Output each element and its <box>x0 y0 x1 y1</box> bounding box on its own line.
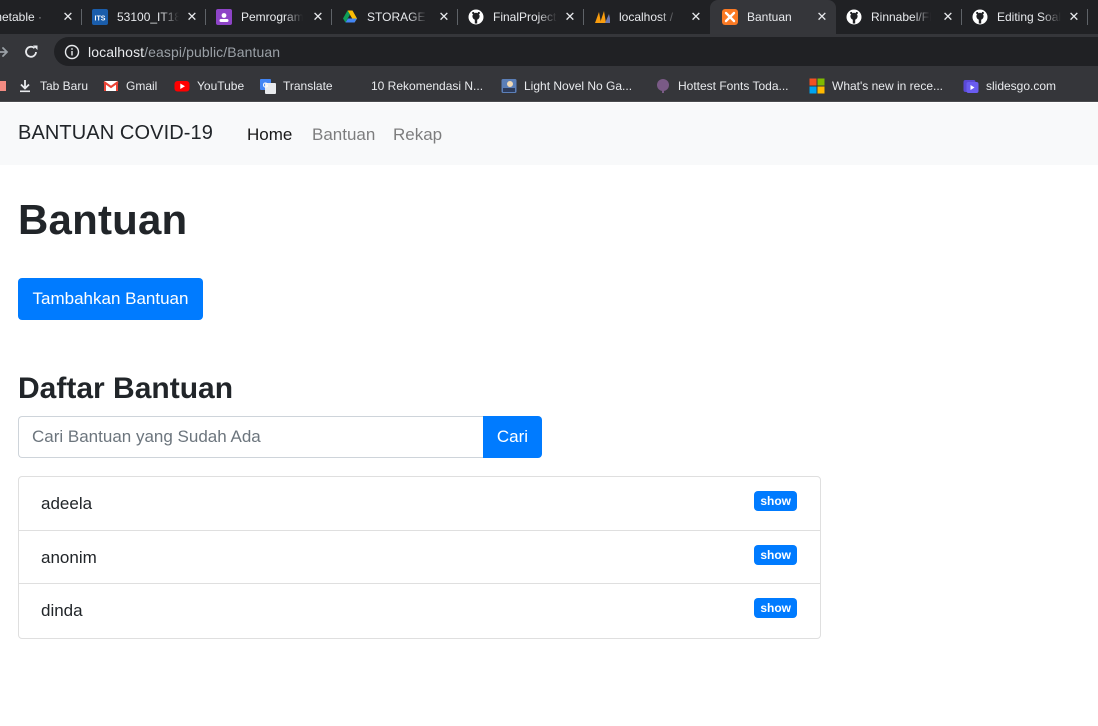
classroom-icon <box>216 9 232 25</box>
bantuan-list: adeela show anonim show dinda show <box>18 476 821 639</box>
browser-tab[interactable]: ITS 53100_IT18 ✕ <box>82 0 206 34</box>
browser-tab[interactable]: FinalProject ✕ <box>458 0 584 34</box>
browser-toolbar: localhost/easpi/public/Bantuan <box>0 34 1098 70</box>
nav-link-bantuan[interactable]: Bantuan <box>312 125 375 145</box>
bookmark-label: Hottest Fonts Toda... <box>678 79 789 93</box>
tab-title: Pemrogram <box>241 10 303 24</box>
close-tab-icon[interactable]: ✕ <box>184 9 200 25</box>
list-item: dinda show <box>19 584 820 638</box>
browser-tab[interactable]: metable · ✕ <box>0 0 82 34</box>
browser-tab-active[interactable]: Bantuan ✕ <box>710 0 836 34</box>
reload-button[interactable] <box>19 40 43 64</box>
bookmark-hottest-fonts[interactable]: Hottest Fonts Toda... <box>655 76 789 96</box>
microsoft-icon <box>809 78 825 94</box>
list-item-name: dinda <box>41 601 83 620</box>
close-tab-icon[interactable]: ✕ <box>814 9 830 25</box>
bookmark-light-novel[interactable]: Light Novel No Ga... <box>501 76 632 96</box>
browser-tab[interactable]: Editing Soal ✕ <box>962 0 1088 34</box>
info-icon[interactable] <box>64 44 80 60</box>
download-icon <box>17 78 33 94</box>
github-icon <box>468 9 484 25</box>
show-badge[interactable]: show <box>754 544 797 565</box>
svg-text:G: G <box>263 83 269 90</box>
list-item: anonim show <box>19 531 820 584</box>
page-title: Bantuan <box>18 196 188 243</box>
add-bantuan-button[interactable]: Tambahkan Bantuan <box>18 278 203 320</box>
its-icon: ITS <box>92 9 108 25</box>
bookmark-gmail[interactable]: Gmail <box>103 76 157 96</box>
browser-tab[interactable]: Pemrogram ✕ <box>206 0 332 34</box>
github-icon <box>972 9 988 25</box>
bookmark-tab-baru[interactable]: Tab Baru <box>17 76 88 96</box>
bookmarks-bar: Tab Baru Gmail YouTube G Translate 10 Re… <box>0 70 1098 102</box>
tab-title: localhost / <box>619 10 674 24</box>
tab-title: FinalProject <box>493 10 557 24</box>
list-item-name: adeela <box>41 494 93 513</box>
nav-link-rekap[interactable]: Rekap <box>393 125 442 145</box>
browser-tab[interactable]: localhost / ✕ <box>584 0 710 34</box>
url-path: /easpi/public/Bantuan <box>144 43 281 60</box>
phpmyadmin-icon <box>594 9 610 25</box>
url-text: localhost/easpi/public/Bantuan <box>88 44 280 60</box>
tab-separator <box>1087 9 1088 25</box>
gmail-icon <box>103 78 119 94</box>
address-bar[interactable]: localhost/easpi/public/Bantuan <box>54 37 1098 66</box>
browser-tab[interactable]: Rinnabel/FP ✕ <box>836 0 962 34</box>
bookmark-youtube[interactable]: YouTube <box>174 76 244 96</box>
fonts-icon <box>655 78 671 94</box>
bookmark-label: Gmail <box>126 79 158 93</box>
bookmark-label: Translate <box>283 79 333 93</box>
arrow-right-icon <box>0 47 9 57</box>
list-item: adeela show <box>19 477 820 531</box>
bookmark-slidesgo[interactable]: slidesgo.com <box>963 76 1056 96</box>
search-input[interactable] <box>18 416 484 458</box>
bookmark-rekomendasi[interactable]: 10 Rekomendasi N... <box>348 76 483 96</box>
xampp-icon <box>722 9 738 25</box>
tab-title: Rinnabel/FP <box>871 10 931 24</box>
close-tab-icon[interactable]: ✕ <box>1066 9 1082 25</box>
search-button[interactable]: Cari <box>483 416 542 458</box>
forward-button[interactable] <box>0 40 14 64</box>
list-item-name: anonim <box>41 547 97 567</box>
bookmark-label: Tab Baru <box>40 79 89 93</box>
close-tab-icon[interactable]: ✕ <box>562 9 578 25</box>
site-navbar: BANTUAN COVID-19 Home Bantuan Rekap <box>0 103 1098 165</box>
bookmark-label: What's new in rece... <box>832 79 943 93</box>
close-tab-icon[interactable]: ✕ <box>436 9 452 25</box>
bookmark-translate[interactable]: G Translate <box>260 76 333 96</box>
svg-text:ITS: ITS <box>95 16 106 23</box>
youtube-icon <box>174 78 190 94</box>
bookmark-icon <box>0 78 10 94</box>
tab-title: 53100_IT18 <box>117 10 179 24</box>
github-icon <box>846 9 862 25</box>
slidesgo-icon <box>963 78 979 94</box>
tab-title: Bantuan <box>747 10 792 24</box>
tab-title: STORAGE E <box>367 10 427 24</box>
close-tab-icon[interactable]: ✕ <box>310 9 326 25</box>
close-tab-icon[interactable]: ✕ <box>940 9 956 25</box>
navbar-brand[interactable]: BANTUAN COVID-19 <box>18 122 213 145</box>
url-host: localhost <box>88 43 145 60</box>
bookmark-label: Light Novel No Ga... <box>524 79 633 93</box>
google-drive-icon <box>342 9 358 25</box>
bookmark-label: slidesgo.com <box>986 79 1057 93</box>
translate-icon: G <box>260 78 276 94</box>
close-tab-icon[interactable]: ✕ <box>60 9 76 25</box>
tab-title: metable · <box>0 10 43 24</box>
bookmark-label: 10 Rekomendasi N... <box>371 79 484 93</box>
tab-title: Editing Soal <box>997 10 1061 24</box>
browser-tab-strip: metable · ✕ ITS 53100_IT18 ✕ Pemrogram ✕… <box>0 0 1098 34</box>
list-title: Daftar Bantuan <box>18 372 234 405</box>
close-tab-icon[interactable]: ✕ <box>688 9 704 25</box>
reload-icon <box>25 45 38 58</box>
image-icon <box>501 78 517 94</box>
show-badge[interactable]: show <box>754 491 797 511</box>
nav-link-home[interactable]: Home <box>247 125 292 145</box>
bookmark-item[interactable] <box>0 76 17 96</box>
browser-tab[interactable]: STORAGE E ✕ <box>332 0 458 34</box>
bookmark-label: YouTube <box>197 79 245 93</box>
show-badge[interactable]: show <box>754 598 797 618</box>
bookmark-whats-new[interactable]: What's new in rece... <box>809 76 943 96</box>
blank-icon <box>348 78 364 94</box>
